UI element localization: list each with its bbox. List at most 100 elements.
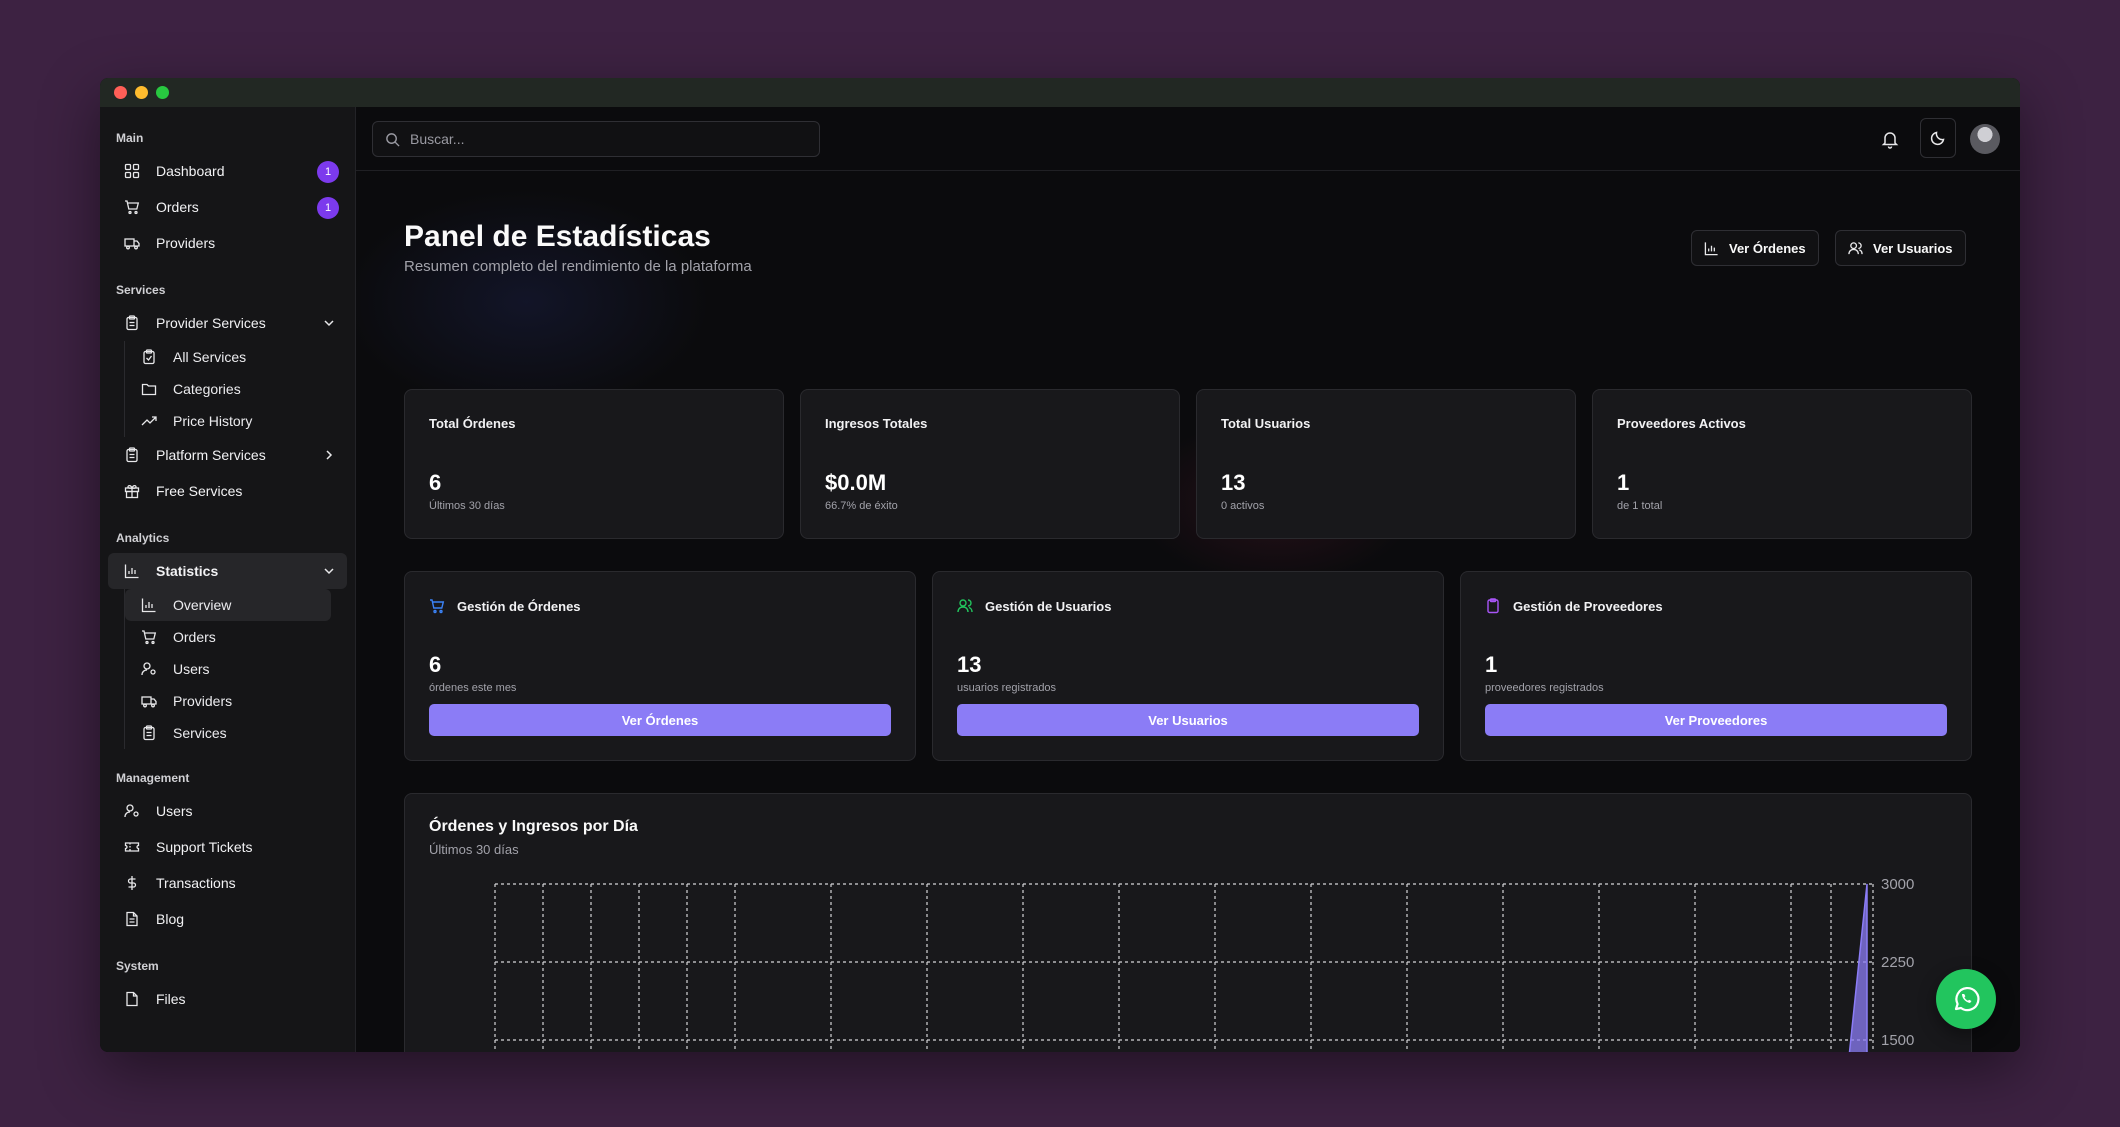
sidebar-subitem-label: Overview <box>173 597 232 613</box>
user-key-icon <box>141 661 157 677</box>
bar-chart-icon <box>124 563 140 579</box>
sidebar-subitem-all-services[interactable]: All Services <box>125 341 331 373</box>
stat-subtext: 0 activos <box>1221 500 1265 512</box>
sidebar-item-free-services[interactable]: Free Services <box>108 473 347 509</box>
view-orders-button[interactable]: Ver Órdenes <box>1691 230 1819 266</box>
app-window: Main Dashboard 1 Orders 1 Providers Serv… <box>100 78 2020 1052</box>
clipboard-icon <box>1487 598 1499 614</box>
button-label: Ver Órdenes <box>1729 240 1806 256</box>
sidebar-item-orders[interactable]: Orders 1 <box>108 189 347 225</box>
maximize-window-button[interactable] <box>156 86 169 99</box>
bar-chart-icon <box>1704 241 1718 255</box>
card-subtext: usuarios registrados <box>957 682 1057 694</box>
main-content: Panel de Estadísticas Resumen completo d… <box>356 172 2020 1052</box>
card-header: Gestión de Proveedores <box>1485 598 1663 614</box>
bell-icon[interactable] <box>1880 129 1900 149</box>
cart-icon <box>141 629 157 645</box>
y-tick-label: 1500 <box>1881 1032 1914 1049</box>
section-title-management: Management <box>116 771 190 785</box>
clipboard-check-icon <box>141 349 157 365</box>
view-providers-card-button[interactable]: Ver Proveedores <box>1485 704 1947 736</box>
top-bar: Buscar... <box>356 107 2020 171</box>
stat-value: 1 <box>1617 470 1630 495</box>
view-users-card-button[interactable]: Ver Usuarios <box>957 704 1419 736</box>
avatar[interactable] <box>1970 124 2000 154</box>
user-key-icon <box>124 803 140 819</box>
sidebar-subitem-orders[interactable]: Orders <box>125 621 331 653</box>
card-value: 6 <box>429 652 442 677</box>
stat-value: 6 <box>429 470 442 495</box>
sidebar-item-dashboard[interactable]: Dashboard 1 <box>108 153 347 189</box>
sidebar-item-blog[interactable]: Blog <box>108 901 347 937</box>
stat-subtext: de 1 total <box>1617 500 1663 512</box>
orders-revenue-chart: 3000 2250 1500 <box>494 876 1914 1052</box>
truck-icon <box>124 235 140 251</box>
sidebar-subitem-label: Orders <box>173 629 216 645</box>
grid-icon <box>124 163 140 179</box>
stat-title: Total Usuarios <box>1221 416 1311 431</box>
sidebar-item-transactions[interactable]: Transactions <box>108 865 347 901</box>
notification-badge: 1 <box>317 161 339 183</box>
card-header: Gestión de Usuarios <box>957 598 1111 614</box>
stat-title: Ingresos Totales <box>825 416 928 431</box>
sidebar-item-label: Transactions <box>156 875 236 891</box>
management-card-users: Gestión de Usuarios 13 usuarios registra… <box>932 571 1444 761</box>
close-window-button[interactable] <box>114 86 127 99</box>
cart-icon <box>430 599 445 614</box>
card-subtext: órdenes este mes <box>429 682 517 694</box>
notification-badge: 1 <box>317 197 339 219</box>
sidebar-item-statistics[interactable]: Statistics <box>108 553 347 589</box>
search-placeholder: Buscar... <box>410 131 465 147</box>
title-bar <box>100 78 2020 107</box>
sidebar-subitem-categories[interactable]: Categories <box>125 373 331 405</box>
chart-subtitle: Últimos 30 días <box>429 842 519 857</box>
stat-card-total-users: Total Usuarios 13 0 activos <box>1196 389 1576 539</box>
stat-title: Proveedores Activos <box>1617 416 1746 431</box>
sidebar-subitem-label: Providers <box>173 693 233 709</box>
whatsapp-button[interactable] <box>1936 969 1996 1029</box>
series-area <box>1848 883 1868 1052</box>
theme-toggle-button[interactable] <box>1920 118 1956 158</box>
chart-title: Órdenes y Ingresos por Día <box>429 818 638 835</box>
sidebar-subitem-services[interactable]: Services <box>125 717 331 749</box>
view-orders-card-button[interactable]: Ver Órdenes <box>429 704 891 736</box>
sidebar-item-label: Files <box>156 991 186 1007</box>
sidebar-subitem-label: Price History <box>173 413 253 429</box>
card-subtext: proveedores registrados <box>1485 682 1604 694</box>
clipboard-icon <box>124 315 140 331</box>
sidebar-subitem-users[interactable]: Users <box>125 653 331 685</box>
card-title: Gestión de Proveedores <box>1513 598 1663 614</box>
section-title-services: Services <box>116 283 166 297</box>
moon-icon <box>1930 131 1945 146</box>
card-title: Gestión de Órdenes <box>457 598 581 614</box>
stat-card-active-providers: Proveedores Activos 1 de 1 total <box>1592 389 1972 539</box>
sidebar-subitem-providers[interactable]: Providers <box>125 685 331 717</box>
sidebar-item-label: Statistics <box>156 563 219 579</box>
dollar-icon <box>124 875 140 891</box>
view-users-button[interactable]: Ver Usuarios <box>1835 230 1966 266</box>
chevron-right-icon <box>326 450 333 460</box>
sidebar-subitem-overview[interactable]: Overview <box>125 589 331 621</box>
statistics-submenu: Overview Orders Users Providers Services <box>124 589 355 749</box>
sidebar-subitem-price-history[interactable]: Price History <box>125 405 331 437</box>
sidebar-item-provider-services[interactable]: Provider Services <box>108 305 347 341</box>
minimize-window-button[interactable] <box>135 86 148 99</box>
sidebar-item-label: Free Services <box>156 483 243 499</box>
folder-icon <box>141 381 157 397</box>
sidebar-item-support-tickets[interactable]: Support Tickets <box>108 829 347 865</box>
sidebar-item-label: Support Tickets <box>156 839 253 855</box>
page-subtitle: Resumen completo del rendimiento de la p… <box>404 258 752 275</box>
sidebar-item-users[interactable]: Users <box>108 793 347 829</box>
provider-services-submenu: All Services Categories Price History <box>124 341 355 437</box>
gift-icon <box>124 483 140 499</box>
sidebar-item-label: Dashboard <box>156 163 225 179</box>
search-input[interactable]: Buscar... <box>372 121 820 157</box>
clipboard-icon <box>141 725 157 741</box>
sidebar-item-platform-services[interactable]: Platform Services <box>108 437 347 473</box>
management-card-providers: Gestión de Proveedores 1 proveedores reg… <box>1460 571 1972 761</box>
sidebar-item-providers[interactable]: Providers <box>108 225 347 261</box>
truck-icon <box>141 693 157 709</box>
sidebar-item-files[interactable]: Files <box>108 981 347 1017</box>
search-icon <box>386 132 400 147</box>
bar-chart-icon <box>141 597 157 613</box>
